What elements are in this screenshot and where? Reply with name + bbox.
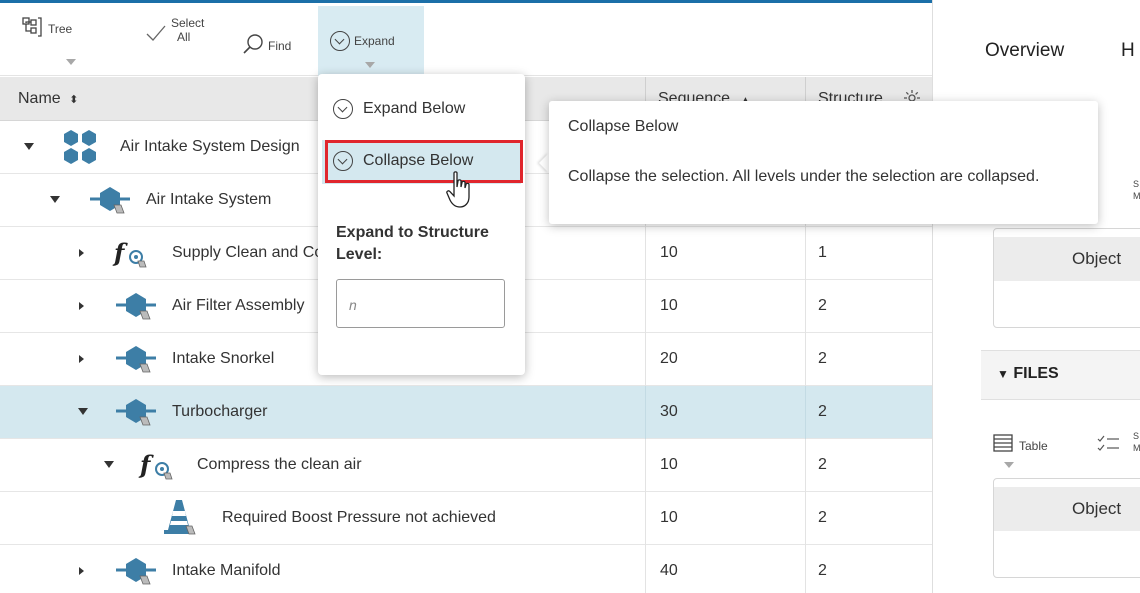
tab-h[interactable]: H bbox=[1121, 40, 1135, 62]
row-sequence: 10 bbox=[660, 509, 678, 526]
collapse-caret-icon[interactable] bbox=[50, 196, 60, 203]
object-header-1: Object bbox=[994, 237, 1140, 281]
object-table-1: Object bbox=[993, 228, 1140, 328]
row-sequence: 10 bbox=[660, 297, 678, 314]
collapse-below-tooltip: Collapse Below Collapse the selection. A… bbox=[549, 101, 1098, 224]
row-level: 2 bbox=[818, 350, 827, 367]
menu-item-expand-below[interactable]: Expand Below bbox=[333, 99, 465, 119]
expand-to-level-label: Expand to Structure Level: bbox=[336, 224, 489, 263]
expand-caret-icon[interactable] bbox=[79, 567, 84, 575]
function-icon: f bbox=[138, 449, 174, 488]
row-name: Air Intake System bbox=[146, 191, 272, 208]
row-name: Intake Snorkel bbox=[172, 350, 275, 367]
checklist-icon[interactable] bbox=[1097, 434, 1123, 459]
part-icon bbox=[90, 185, 130, 222]
row-name: Turbocharger bbox=[172, 403, 268, 420]
tooltip-title: Collapse Below bbox=[568, 118, 679, 135]
structure-level-input[interactable]: n bbox=[336, 279, 505, 328]
expand-circle-icon bbox=[333, 99, 353, 119]
panel-clipped-text: SM bbox=[1133, 431, 1140, 453]
svg-text:f: f bbox=[112, 238, 128, 267]
header-name[interactable]: Name ⬍ bbox=[18, 90, 78, 108]
table-icon bbox=[993, 434, 1013, 457]
function-icon: f bbox=[112, 237, 148, 276]
collapse-caret-icon[interactable] bbox=[24, 143, 34, 150]
expand-caret-icon[interactable] bbox=[79, 302, 84, 310]
table-dropdown-caret[interactable] bbox=[1004, 462, 1014, 468]
row-level: 1 bbox=[818, 244, 827, 261]
tab-overview[interactable]: Overview bbox=[985, 40, 1064, 62]
search-icon bbox=[242, 33, 264, 58]
row-level: 2 bbox=[818, 562, 827, 579]
table-row[interactable]: f Compress the clean air 10 2 bbox=[0, 439, 932, 492]
design-group-icon bbox=[62, 129, 98, 170]
expand-label: Expand bbox=[354, 34, 395, 48]
files-label: ▼ FILES bbox=[997, 365, 1059, 382]
row-name: Intake Manifold bbox=[172, 562, 281, 579]
hand-cursor-icon bbox=[446, 171, 476, 216]
row-level: 2 bbox=[818, 509, 827, 526]
tree-icon bbox=[22, 17, 44, 40]
row-name: Compress the clean air bbox=[197, 456, 362, 473]
expand-caret-icon[interactable] bbox=[79, 355, 84, 363]
collapse-caret-icon[interactable] bbox=[78, 408, 88, 415]
row-sequence: 40 bbox=[660, 562, 678, 579]
part-icon bbox=[116, 397, 156, 434]
object-header-2: Object bbox=[994, 487, 1140, 531]
files-section-header[interactable]: ▼ FILES bbox=[981, 350, 1140, 400]
part-icon bbox=[116, 291, 156, 328]
check-icon bbox=[145, 23, 167, 46]
find-label: Find bbox=[268, 38, 292, 53]
expand-caret-icon[interactable] bbox=[79, 249, 84, 257]
tooltip-arrow bbox=[539, 153, 549, 173]
expand-dropdown-caret[interactable] bbox=[365, 62, 375, 68]
row-level: 2 bbox=[818, 403, 827, 420]
table-label: Table bbox=[1019, 438, 1048, 453]
toolbar: Tree Select All Find Expand bbox=[0, 3, 932, 76]
object-table-2: Object bbox=[993, 478, 1140, 578]
table-row[interactable]: Required Boost Pressure not achieved 10 … bbox=[0, 492, 932, 545]
row-name: Air Intake System Design bbox=[120, 138, 300, 155]
tree-dropdown-caret[interactable] bbox=[66, 59, 76, 65]
svg-text:f: f bbox=[138, 450, 154, 479]
tooltip-body: Collapse the selection. All levels under… bbox=[568, 168, 1040, 185]
failure-cone-icon bbox=[162, 498, 196, 543]
part-icon bbox=[116, 556, 156, 593]
collapse-caret-icon[interactable] bbox=[104, 461, 114, 468]
table-view-button[interactable]: Table bbox=[993, 434, 1048, 457]
table-row-selected[interactable]: Turbocharger 30 2 bbox=[0, 386, 932, 439]
expand-circle-icon bbox=[330, 31, 350, 51]
highlight-annotation-box bbox=[325, 140, 523, 183]
row-name: Required Boost Pressure not achieved bbox=[222, 509, 496, 526]
expand-dropdown-menu: Expand Below Collapse Below Expand to St… bbox=[318, 74, 525, 375]
tree-button[interactable]: Tree bbox=[22, 17, 72, 40]
expand-button[interactable]: Expand bbox=[330, 31, 395, 51]
panel-clipped-text: SM bbox=[1133, 179, 1140, 201]
part-icon bbox=[116, 344, 156, 381]
sort-icon: ⬍ bbox=[69, 94, 79, 106]
row-sequence: 30 bbox=[660, 403, 678, 420]
right-info-panel: Overview H SM Object ▼ FILES Table SM Ob… bbox=[932, 0, 1140, 593]
row-level: 2 bbox=[818, 456, 827, 473]
row-sequence: 10 bbox=[660, 244, 678, 261]
row-sequence: 20 bbox=[660, 350, 678, 367]
row-level: 2 bbox=[818, 297, 827, 314]
select-all-label: Select All bbox=[171, 15, 205, 44]
find-button[interactable]: Find bbox=[242, 33, 291, 58]
table-row[interactable]: Intake Manifold 40 2 bbox=[0, 545, 932, 593]
select-all-button[interactable]: Select All bbox=[145, 16, 204, 46]
row-sequence: 10 bbox=[660, 456, 678, 473]
tree-label: Tree bbox=[48, 21, 73, 36]
row-name: Air Filter Assembly bbox=[172, 297, 305, 314]
